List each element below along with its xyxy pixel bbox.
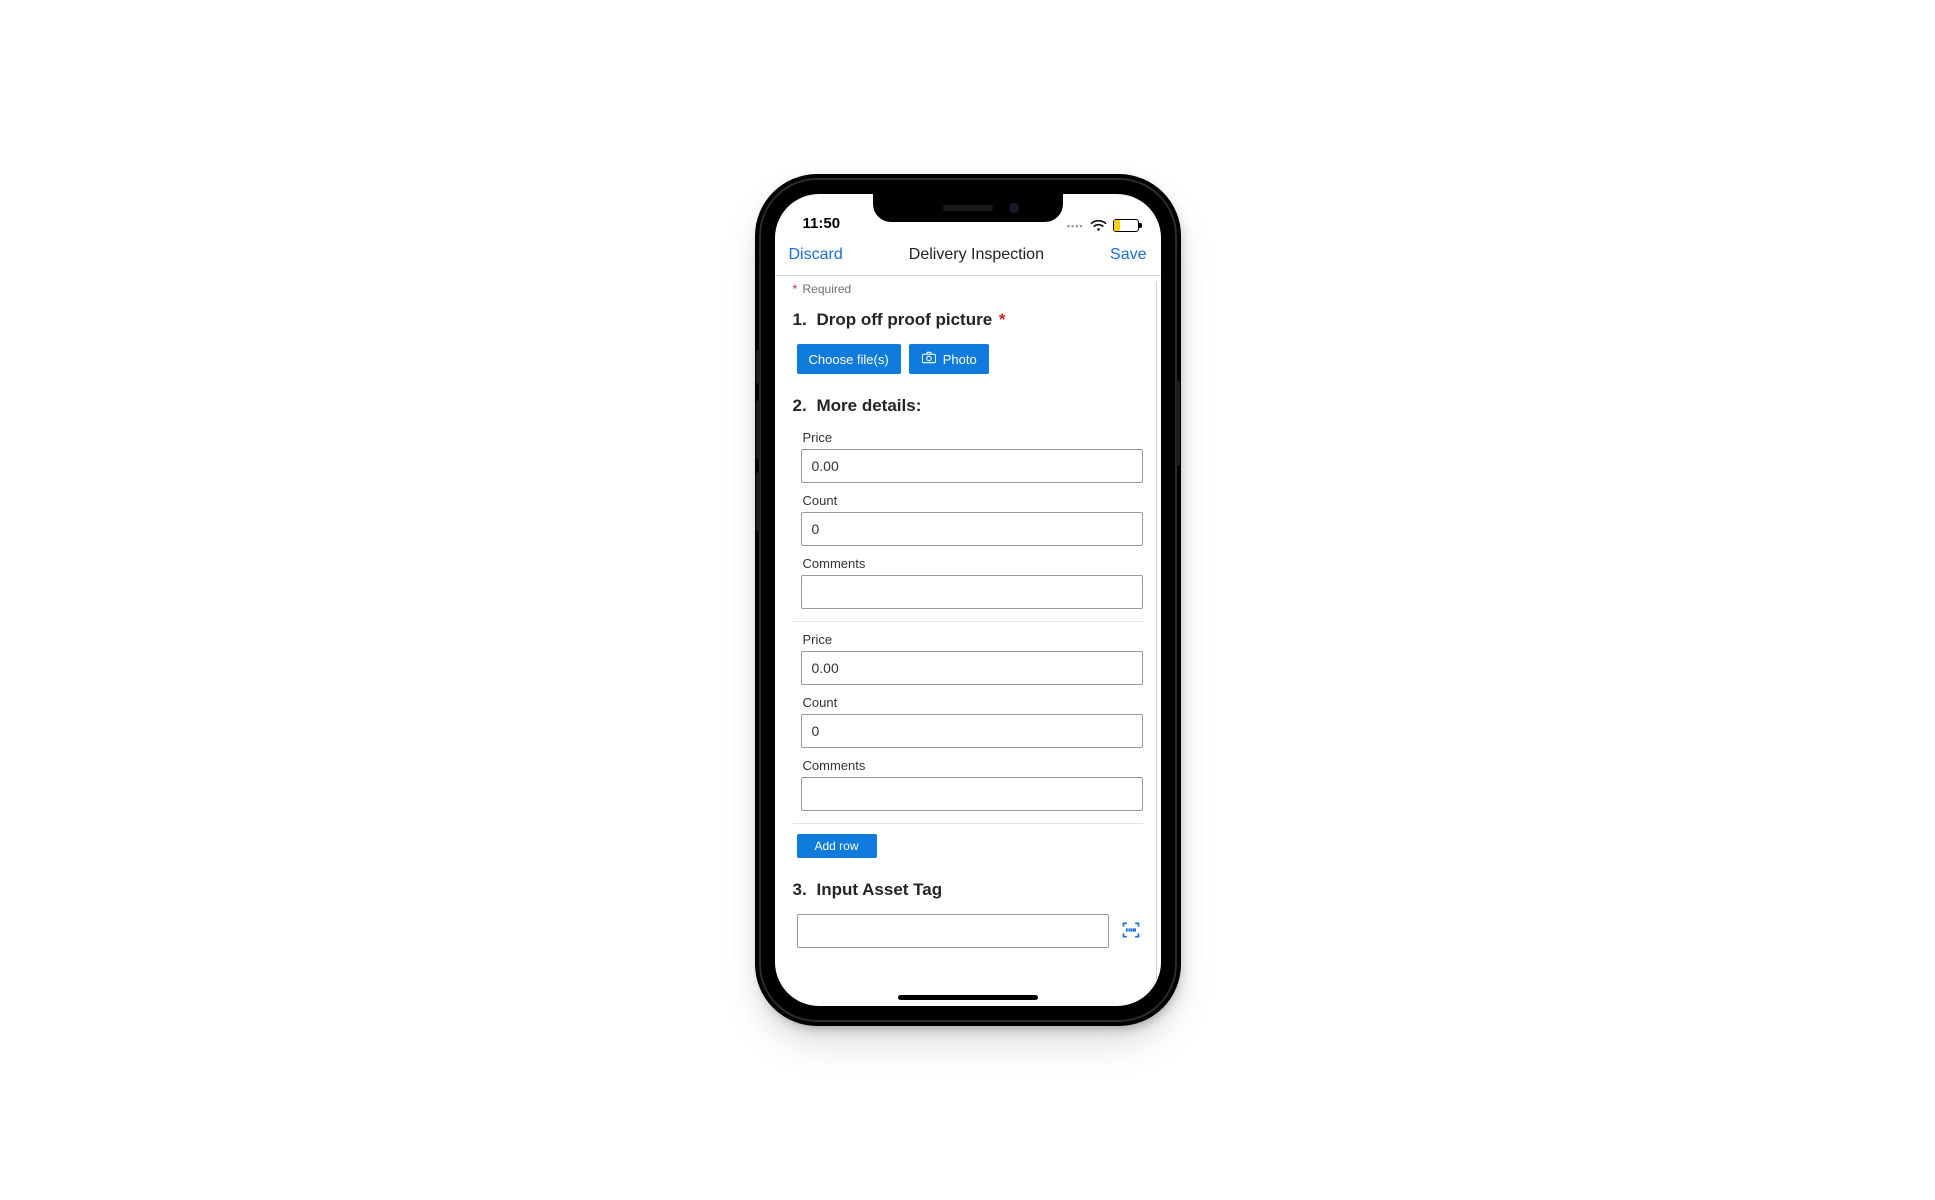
phone-screen: 11:50 •••• Discard Delivery Inspection — [775, 194, 1161, 1006]
asset-tag-input[interactable] — [797, 914, 1109, 948]
price-label: Price — [803, 632, 1143, 647]
count-input[interactable] — [801, 512, 1143, 546]
question-1: 1. Drop off proof picture * Choose file(… — [793, 310, 1143, 374]
comments-input[interactable] — [801, 777, 1143, 811]
price-label: Price — [803, 430, 1143, 445]
comments-input[interactable] — [801, 575, 1143, 609]
question-2-title: More details: — [817, 396, 922, 416]
phone-frame: 11:50 •••• Discard Delivery Inspection — [761, 180, 1175, 1020]
choose-files-button[interactable]: Choose file(s) — [797, 344, 901, 374]
take-photo-button[interactable]: Photo — [909, 344, 989, 374]
price-input[interactable] — [801, 651, 1143, 685]
question-1-title: Drop off proof picture — [817, 310, 993, 329]
add-row-button[interactable]: Add row — [797, 834, 877, 858]
barcode-icon — [1121, 920, 1141, 943]
question-1-required-asterisk: * — [999, 310, 1006, 329]
question-2: 2. More details: Price Count Comments Pr… — [793, 396, 1143, 858]
count-label: Count — [803, 493, 1143, 508]
question-3-number: 3. — [793, 880, 809, 900]
save-button[interactable]: Save — [1110, 246, 1146, 264]
battery-icon — [1113, 219, 1139, 232]
question-3-title: Input Asset Tag — [817, 880, 943, 900]
comments-label: Comments — [803, 556, 1143, 571]
camera-icon — [921, 351, 937, 367]
wifi-icon — [1090, 219, 1107, 232]
required-asterisk: * — [793, 282, 798, 296]
page-title: Delivery Inspection — [909, 246, 1044, 264]
count-input[interactable] — [801, 714, 1143, 748]
form-content: * Required 1. Drop off proof picture * C… — [775, 276, 1161, 1006]
details-row: Price Count Comments — [793, 632, 1143, 824]
status-time: 11:50 — [803, 215, 841, 232]
comments-label: Comments — [803, 758, 1143, 773]
barcode-scan-button[interactable] — [1119, 919, 1143, 943]
discard-button[interactable]: Discard — [789, 246, 843, 264]
home-indicator[interactable] — [898, 995, 1038, 1000]
scrollbar-track[interactable] — [1156, 282, 1157, 1000]
count-label: Count — [803, 695, 1143, 710]
question-2-number: 2. — [793, 396, 809, 416]
take-photo-label: Photo — [943, 352, 977, 367]
navbar: Discard Delivery Inspection Save — [775, 234, 1161, 276]
phone-notch — [873, 194, 1063, 222]
required-text: Required — [803, 282, 852, 296]
details-row: Price Count Comments — [793, 430, 1143, 622]
price-input[interactable] — [801, 449, 1143, 483]
question-3: 3. Input Asset Tag — [793, 880, 1143, 948]
question-1-number: 1. — [793, 310, 809, 330]
choose-files-label: Choose file(s) — [809, 352, 889, 367]
required-note: * Required — [793, 282, 1143, 296]
signal-dots-icon: •••• — [1067, 221, 1084, 231]
